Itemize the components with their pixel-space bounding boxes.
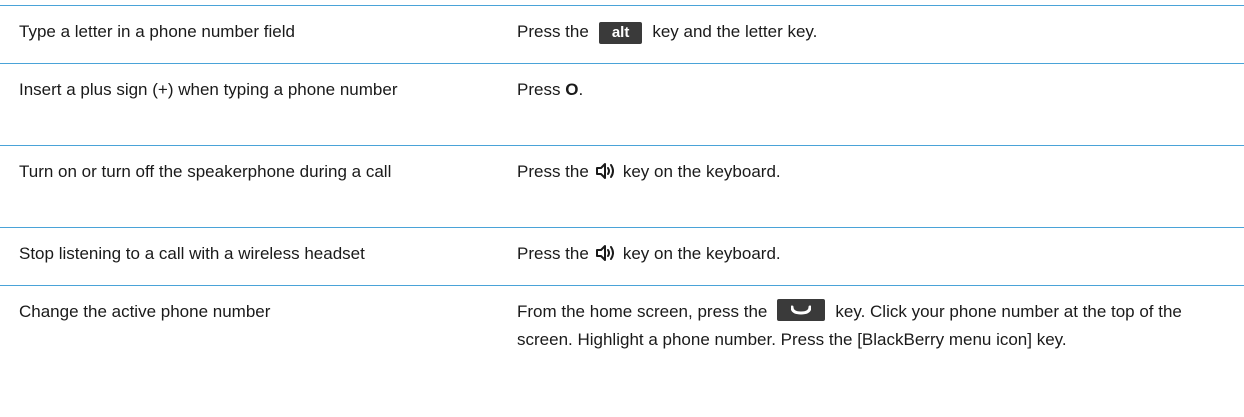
o-key: O <box>565 80 579 99</box>
how-prefix: Press the <box>517 162 589 181</box>
action-cell: Stop listening to a call with a wireless… <box>0 228 487 285</box>
alt-key-icon: alt <box>598 22 643 44</box>
speakerphone-icon <box>595 243 617 271</box>
action-text: Insert a plus sign (+) when typing a pho… <box>19 80 398 99</box>
action-cell: Type a letter in a phone number field <box>0 6 487 63</box>
table-row: Insert a plus sign (+) when typing a pho… <box>0 64 1244 146</box>
action-cell: Change the active phone number <box>0 286 487 413</box>
how-suffix: key on the keyboard. <box>622 162 781 181</box>
table-row: Turn on or turn off the speakerphone dur… <box>0 146 1244 228</box>
how-prefix: Press the <box>517 22 589 41</box>
send-key-icon <box>777 299 826 321</box>
how-cell: Press O. <box>487 64 1244 145</box>
how-cell: From the home screen, press the key. Clic… <box>487 286 1244 413</box>
table-row: Change the active phone number From the … <box>0 286 1244 413</box>
action-text: Stop listening to a call with a wireless… <box>19 244 365 263</box>
table-row: Stop listening to a call with a wireless… <box>0 228 1244 286</box>
action-text: Change the active phone number <box>19 302 271 321</box>
how-prefix: From the home screen, press the <box>517 302 768 321</box>
how-suffix: key and the letter key. <box>652 22 818 41</box>
action-text: Turn on or turn off the speakerphone dur… <box>19 162 392 181</box>
how-cell: Press the alt key and the letter key. <box>487 6 1244 63</box>
how-cell: Press the key on the keyboard. <box>487 146 1244 227</box>
table-row: Type a letter in a phone number field Pr… <box>0 6 1244 64</box>
action-cell: Turn on or turn off the speakerphone dur… <box>0 146 487 227</box>
action-cell: Insert a plus sign (+) when typing a pho… <box>0 64 487 145</box>
how-prefix: Press the <box>517 244 589 263</box>
speakerphone-icon <box>595 161 617 189</box>
how-suffix: . <box>578 80 584 99</box>
action-text: Type a letter in a phone number field <box>19 22 295 41</box>
how-cell: Press the key on the keyboard. <box>487 228 1244 285</box>
how-prefix: Press <box>517 80 561 99</box>
shortcut-table: Type a letter in a phone number field Pr… <box>0 5 1244 413</box>
how-suffix: key on the keyboard. <box>622 244 781 263</box>
